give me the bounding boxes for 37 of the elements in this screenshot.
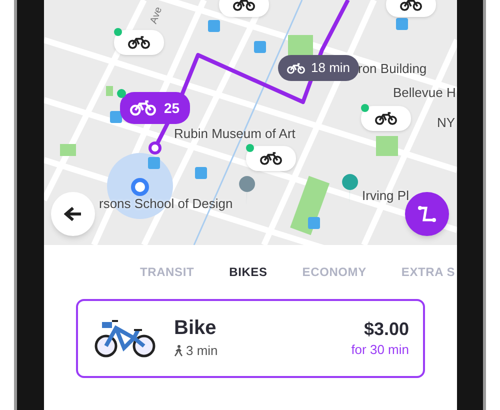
place-label: Irving Pl [362, 187, 409, 205]
bike-icon [287, 62, 305, 74]
bike-icon [233, 0, 255, 11]
location-dot [131, 178, 149, 196]
route-time: 18 min [311, 59, 350, 78]
mode-tab[interactable]: BIKES [229, 263, 268, 281]
bike-station-marker[interactable] [114, 30, 164, 55]
back-button[interactable] [51, 192, 95, 236]
place-label: rsons School of Design [99, 195, 233, 213]
price: $3.00 [364, 318, 409, 340]
park-area [290, 176, 330, 236]
route-icon [418, 205, 436, 223]
park-area [106, 86, 113, 96]
walk-time: 3 min [174, 341, 218, 361]
walking-person-icon [174, 345, 183, 357]
park-area [376, 136, 398, 156]
bike-station-marker[interactable] [361, 106, 411, 131]
selected-dock-marker[interactable]: 25 [120, 92, 190, 124]
bike-icon [375, 112, 397, 125]
bike-drawing [94, 318, 156, 360]
price-note: for 30 min [351, 341, 409, 359]
place-label: Bellevue H [393, 84, 456, 102]
ride-option-card[interactable]: Bike 3 min $3.00 for 30 min [76, 299, 425, 378]
place-label: NY [437, 114, 456, 132]
place-label: ron Building [358, 60, 427, 78]
place-label: Rubin Museum of Art [174, 125, 296, 143]
bike-station-marker[interactable] [246, 146, 296, 171]
dock-count: 25 [164, 98, 180, 118]
street-label: Ave [147, 4, 166, 26]
bike-icon [128, 36, 150, 49]
bike-icon [260, 152, 282, 165]
route-start-marker [148, 142, 162, 154]
option-name: Bike [174, 316, 218, 342]
bike-icon [130, 100, 156, 116]
bike-icon [400, 0, 422, 11]
park-area [60, 144, 76, 156]
back-arrow-icon [64, 206, 82, 222]
